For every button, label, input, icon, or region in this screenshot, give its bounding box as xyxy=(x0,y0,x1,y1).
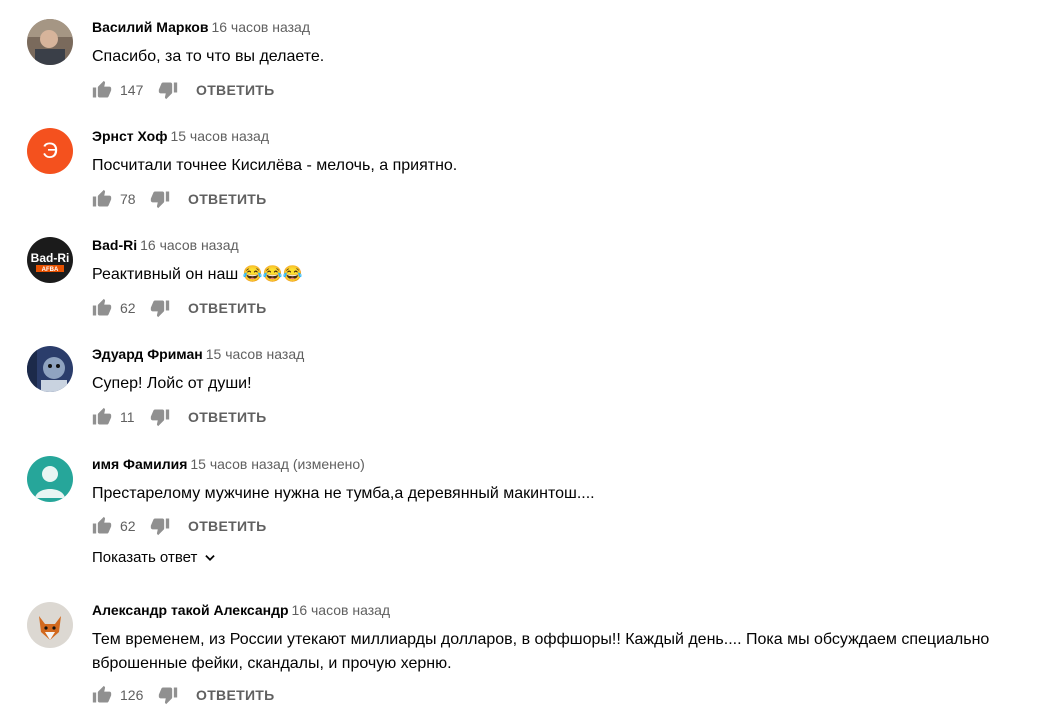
thumbs-up-icon[interactable] xyxy=(92,516,112,536)
thumbs-down-icon[interactable] xyxy=(150,407,170,427)
thumbs-up-icon[interactable] xyxy=(92,80,112,100)
comment-time[interactable]: 16 часов назад xyxy=(140,237,239,253)
avatar[interactable] xyxy=(27,456,73,502)
thumbs-down-icon[interactable] xyxy=(158,80,178,100)
avatar[interactable] xyxy=(27,602,73,648)
comment-header: Bad-Ri 16 часов назад xyxy=(92,236,239,254)
thumbs-down-icon[interactable] xyxy=(150,516,170,536)
thumbs-down-icon[interactable] xyxy=(158,685,178,705)
like-count: 11 xyxy=(120,409,135,425)
comment-author[interactable]: Эрнст Хоф xyxy=(92,128,167,144)
thumbs-up-icon[interactable] xyxy=(92,189,112,209)
like-count: 62 xyxy=(120,300,136,316)
comment-time[interactable]: 16 часов назад xyxy=(292,602,391,618)
avatar[interactable]: Bad-Ri AFBA xyxy=(27,237,73,283)
comment-author[interactable]: имя Фамилия xyxy=(92,456,187,472)
show-replies-button[interactable]: Показать ответ xyxy=(92,549,217,566)
comment-text: Спасибо, за то что вы делаете. xyxy=(92,48,325,65)
avatar[interactable] xyxy=(27,19,73,65)
avatar[interactable] xyxy=(27,346,73,392)
comment-text: Тем временем, из России утекают миллиард… xyxy=(92,631,990,672)
like-count: 62 xyxy=(120,518,136,534)
thumbs-up-icon[interactable] xyxy=(92,685,112,705)
reply-button[interactable]: ОТВЕТИТЬ xyxy=(188,409,267,425)
reply-button[interactable]: ОТВЕТИТЬ xyxy=(196,687,275,703)
comment-actions: 11 ОТВЕТИТЬ xyxy=(92,405,267,429)
comment-time[interactable]: 15 часов назад xyxy=(170,128,269,144)
comment-actions: 147 ОТВЕТИТЬ xyxy=(92,78,275,102)
comment-header: Василий Марков 16 часов назад xyxy=(92,18,310,36)
thumbs-down-icon[interactable] xyxy=(150,189,170,209)
comment-actions: 126 ОТВЕТИТЬ xyxy=(92,683,275,707)
show-replies-label: Показать ответ xyxy=(92,549,198,566)
comment-actions: 62 ОТВЕТИТЬ xyxy=(92,514,267,538)
comment-text: Посчитали точнее Кисилёва - мелочь, а пр… xyxy=(92,157,458,174)
comment-time[interactable]: 15 часов назад xyxy=(206,346,305,362)
comment-header: Эрнст Хоф 15 часов назад xyxy=(92,127,269,145)
comment-text: Реактивный он наш 😂😂😂 xyxy=(92,266,303,283)
comment-time[interactable]: 15 часов назад (изменено) xyxy=(190,456,364,472)
comment-author[interactable]: Александр такой Александр xyxy=(92,602,289,618)
like-count: 126 xyxy=(120,687,144,703)
thumbs-up-icon[interactable] xyxy=(92,407,112,427)
comment-author[interactable]: Bad-Ri xyxy=(92,237,137,253)
comment-header: Александр такой Александр 16 часов назад xyxy=(92,601,390,619)
comment-text: Престарелому мужчине нужна не тумба,а де… xyxy=(92,485,595,502)
comment-author[interactable]: Эдуард Фриман xyxy=(92,346,203,362)
comment-actions: 62 ОТВЕТИТЬ xyxy=(92,296,267,320)
comment-author[interactable]: Василий Марков xyxy=(92,19,208,35)
avatar[interactable]: Э xyxy=(27,128,73,174)
comment-header: имя Фамилия 15 часов назад (изменено) xyxy=(92,455,365,473)
avatar-letter: Э xyxy=(42,138,58,163)
reply-button[interactable]: ОТВЕТИТЬ xyxy=(188,300,267,316)
chevron-down-icon xyxy=(205,554,216,561)
reply-button[interactable]: ОТВЕТИТЬ xyxy=(196,82,275,98)
comment-header: Эдуард Фриман 15 часов назад xyxy=(92,345,304,363)
comment-text: Супер! Лойс от души! xyxy=(92,375,252,392)
thumbs-up-icon[interactable] xyxy=(92,298,112,318)
reply-button[interactable]: ОТВЕТИТЬ xyxy=(188,191,267,207)
like-count: 78 xyxy=(120,191,136,207)
avatar-logo-text: Bad-Ri xyxy=(31,251,70,265)
comment-time[interactable]: 16 часов назад xyxy=(211,19,310,35)
like-count: 147 xyxy=(120,82,144,98)
reply-button[interactable]: ОТВЕТИТЬ xyxy=(188,518,267,534)
avatar-logo-subtext: AFBA xyxy=(42,267,59,273)
thumbs-down-icon[interactable] xyxy=(150,298,170,318)
comment-actions: 78 ОТВЕТИТЬ xyxy=(92,187,267,211)
